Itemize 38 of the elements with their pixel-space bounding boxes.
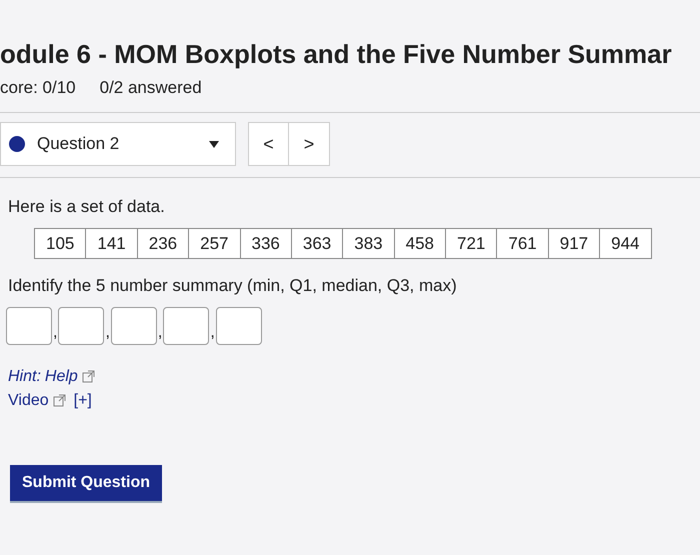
table-cell: 721: [445, 228, 496, 258]
hint-label: Hint:: [8, 366, 41, 386]
next-button[interactable]: >: [289, 123, 329, 165]
answer-field[interactable]: [110, 306, 157, 344]
comma-separator: ,: [53, 322, 58, 342]
table-cell: 458: [394, 228, 445, 258]
question-dropdown[interactable]: Question 2: [0, 122, 236, 166]
table-cell: 336: [240, 228, 291, 258]
answer-field[interactable]: [58, 306, 104, 344]
external-link-icon: [82, 370, 95, 383]
prompt-text: Identify the 5 number summary (min, Q1, median, Q3, max): [8, 275, 458, 297]
page-title: odule 6 - MOM Boxplots and the Five Number Summar: [0, 38, 672, 70]
answer-field[interactable]: [163, 306, 210, 344]
external-link-icon: [52, 394, 66, 407]
comma-separator: ,: [105, 322, 110, 342]
comma-separator: ,: [158, 322, 162, 342]
table-cell: 257: [188, 228, 240, 258]
table-cell: 944: [599, 228, 650, 258]
intro-text: Here is a set of data.: [8, 196, 166, 218]
help-link[interactable]: Help: [44, 364, 78, 388]
submit-button[interactable]: Submit Question: [10, 464, 162, 502]
question-label: Question 2: [37, 133, 120, 156]
table-cell: 141: [85, 228, 137, 258]
answer-field[interactable]: [216, 306, 262, 344]
previous-button[interactable]: <: [249, 123, 289, 165]
table-cell: 917: [548, 228, 600, 258]
table-cell: 383: [342, 228, 394, 258]
table-cell: 363: [290, 228, 342, 258]
comma-separator: ,: [210, 322, 215, 342]
expand-link[interactable]: [+]: [74, 388, 92, 412]
table-cell: 236: [136, 228, 188, 258]
table-cell-text: 105: [45, 232, 76, 254]
video-link[interactable]: Video: [8, 388, 49, 412]
answered-count: 0/2 answered: [100, 76, 202, 98]
caret-icon: [209, 140, 219, 148]
table-cell: 761: [496, 228, 548, 258]
score-text: core: 0/10: [0, 76, 76, 98]
answer-field[interactable]: [6, 306, 52, 344]
